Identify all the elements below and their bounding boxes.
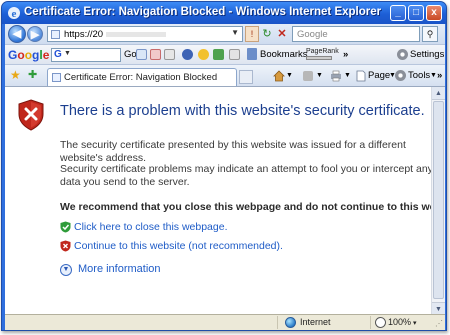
close-button[interactable]: x: [426, 5, 442, 21]
search-input[interactable]: Google: [292, 26, 420, 42]
red-shield-icon: [60, 240, 71, 252]
maximize-button[interactable]: □: [408, 5, 424, 21]
recommendation-text: We recommend that you close this webpage…: [60, 201, 445, 213]
gear-icon: [397, 49, 408, 60]
browser-window: e Certificate Error: Navigation Blocked …: [1, 1, 447, 331]
address-redacted: [106, 32, 166, 37]
bookmarks-menu[interactable]: Bookmarks: [260, 49, 308, 60]
svg-text:e: e: [12, 8, 17, 20]
google-settings-menu[interactable]: Settings: [410, 49, 444, 60]
home-icon[interactable]: [273, 70, 285, 82]
certificate-error-icon[interactable]: !: [245, 26, 259, 42]
tab-row: ★ ✚ Certificate Error: Navigation Blocke…: [5, 64, 445, 86]
stop-icon[interactable]: ✕: [275, 26, 289, 42]
print-dropdown-icon[interactable]: ▼: [344, 72, 351, 79]
tab-certificate-error[interactable]: Certificate Error: Navigation Blocked: [47, 68, 237, 86]
forward-icon[interactable]: ▶: [27, 26, 43, 42]
scroll-thumb[interactable]: [433, 101, 444, 299]
print-icon[interactable]: [330, 70, 342, 82]
address-url[interactable]: https://20: [64, 29, 103, 40]
page-icon: [51, 30, 60, 39]
back-icon[interactable]: ◀: [8, 25, 26, 43]
page-menu[interactable]: Page: [368, 70, 390, 81]
toolbar-icon-3[interactable]: [164, 49, 175, 60]
google-search-glyph: G: [54, 49, 62, 60]
google-search-dropdown-icon[interactable]: ▼: [64, 50, 71, 57]
status-divider-2: [370, 316, 371, 329]
window-title: Certificate Error: Navigation Blocked - …: [24, 6, 382, 18]
address-bar[interactable]: https://20 ▼: [47, 26, 243, 42]
search-placeholder: Google: [297, 29, 328, 40]
minimize-button[interactable]: _: [390, 5, 406, 21]
tools-menu[interactable]: Tools: [408, 70, 430, 81]
favorites-star-icon[interactable]: ★: [10, 68, 21, 82]
toolbar-icon-6[interactable]: [213, 49, 224, 60]
search-icon[interactable]: ⚲: [422, 26, 438, 42]
google-more-chevron[interactable]: »: [343, 49, 348, 60]
status-bar: Internet 100% ▾ ⋰: [5, 314, 445, 330]
toolbar-icon-4[interactable]: [182, 49, 193, 60]
error-description: The security certificate presented by th…: [60, 139, 406, 164]
toolbar-icon-5[interactable]: [198, 49, 209, 60]
shield-error-icon: [18, 99, 44, 131]
google-go-button[interactable]: Go: [124, 49, 137, 60]
zoom-icon: [375, 317, 386, 328]
feeds-icon[interactable]: [302, 70, 314, 82]
title-bar[interactable]: e Certificate Error: Navigation Blocked …: [2, 2, 446, 24]
address-dropdown-icon[interactable]: ▼: [231, 28, 239, 37]
toolbar-icon-2[interactable]: [150, 49, 161, 60]
home-dropdown-icon[interactable]: ▼: [286, 72, 293, 79]
page-title: There is a problem with this website's s…: [60, 103, 425, 119]
toolbar-icon-1[interactable]: [136, 49, 147, 60]
page-content: There is a problem with this website's s…: [5, 86, 445, 314]
tab-label: Certificate Error: Navigation Blocked: [64, 72, 218, 83]
command-more-chevron[interactable]: »: [437, 70, 442, 81]
add-favorites-icon[interactable]: ✚: [28, 68, 37, 81]
google-toolbar: Google G ▼ Go Bookmarks PageRank » Setti…: [5, 44, 445, 64]
pagerank-label: PageRank: [306, 48, 339, 55]
close-webpage-link[interactable]: Click here to close this webpage.: [74, 221, 228, 233]
refresh-icon[interactable]: ↻: [260, 26, 274, 42]
google-logo: Google: [8, 48, 50, 62]
toolbar-icon-7[interactable]: [229, 49, 240, 60]
green-shield-icon: [60, 221, 71, 233]
resize-grip[interactable]: ⋰: [435, 319, 443, 328]
ie-icon: e: [8, 7, 20, 20]
more-information-label[interactable]: More information: [78, 263, 161, 275]
feeds-dropdown-icon[interactable]: ▼: [316, 72, 323, 79]
new-tab-button[interactable]: [239, 70, 253, 84]
page-menu-icon: [356, 70, 366, 82]
zoom-level[interactable]: 100%: [388, 317, 411, 327]
browser-chrome: ◀ ▶ https://20 ▼ ! ↻ ✕ Google ⚲ Google G…: [5, 24, 445, 86]
scroll-up-button[interactable]: ▲: [432, 87, 445, 100]
security-zone[interactable]: Internet: [300, 317, 331, 327]
vertical-scrollbar[interactable]: ▲ ▼: [431, 87, 445, 314]
address-row: ◀ ▶ https://20 ▼ ! ↻ ✕ Google ⚲: [5, 24, 445, 44]
chevron-down-circle-icon[interactable]: ▼: [60, 264, 72, 276]
tools-dropdown-icon[interactable]: ▼: [430, 72, 437, 79]
pagerank-bar: [306, 56, 332, 60]
status-divider: [277, 316, 278, 329]
error-warning: Security certificate problems may indica…: [60, 163, 433, 188]
continue-link[interactable]: Continue to this website (not recommende…: [74, 240, 283, 252]
tab-page-icon: [52, 73, 61, 82]
bookmarks-icon: [247, 48, 257, 60]
globe-icon: [285, 317, 296, 328]
google-search-input[interactable]: G ▼: [51, 48, 121, 62]
pagerank-indicator[interactable]: PageRank: [306, 48, 339, 62]
scroll-down-button[interactable]: ▼: [432, 302, 445, 314]
tools-gear-icon: [395, 70, 406, 81]
zoom-dropdown-icon[interactable]: ▾: [413, 319, 417, 327]
